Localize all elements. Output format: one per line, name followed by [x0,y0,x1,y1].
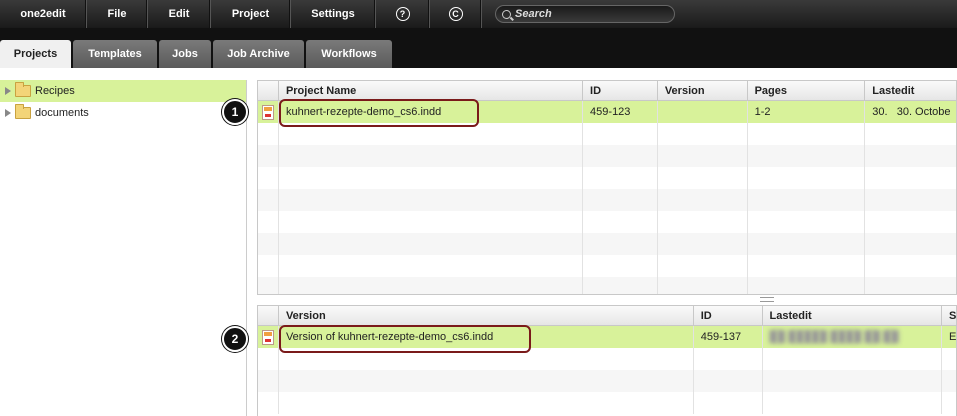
search-icon [502,9,511,19]
empty-row [258,392,956,414]
tree-item-label: Recipes [35,85,75,97]
version-lastedit-cell: ██ █████ ████ ██:██ [763,326,943,348]
search-input[interactable]: Search [495,5,675,23]
grid-header: Version ID Lastedit S [258,306,956,326]
menu-edit[interactable]: Edit [148,0,211,28]
empty-row [258,277,956,294]
expand-arrow-icon[interactable] [5,87,11,95]
tree-item-documents[interactable]: documents [0,102,246,124]
menu-one2edit[interactable]: one2edit [0,0,87,28]
tree-item-recipes[interactable]: Recipes [0,80,246,102]
expand-arrow-icon[interactable] [5,109,11,117]
empty-row [258,233,956,255]
column-header-pages[interactable]: Pages [748,81,866,100]
tab-templates[interactable]: Templates [73,40,157,68]
tab-projects[interactable]: Projects [0,40,71,68]
project-lastedit-cell: 30. 30. Octobe [872,106,951,118]
tab-jobs[interactable]: Jobs [159,40,211,68]
project-version-cell [658,101,748,123]
version-status-cell: El [949,331,956,343]
callout-number-2: 2 [222,326,248,352]
folder-icon [15,104,31,119]
column-header-lastedit[interactable]: Lastedit [763,306,943,325]
versions-grid: Version ID Lastedit S Version of kuhnert… [257,305,957,416]
grid-header: Project Name ID Version Pages Lastedit [258,81,956,101]
project-id-cell: 459-123 [583,101,658,123]
menu-file[interactable]: File [87,0,148,28]
tab-job-archive[interactable]: Job Archive [213,40,304,68]
empty-row [258,145,956,167]
column-header-status[interactable]: S [942,306,956,325]
menu-settings[interactable]: Settings [291,0,376,28]
column-header-id[interactable]: ID [583,81,658,100]
top-menu-bar: one2edit File Edit Project Settings ? C [0,0,957,28]
column-header-version[interactable]: Version [658,81,748,100]
column-header-lastedit[interactable]: Lastedit [865,81,956,100]
column-header-version[interactable]: Version [279,306,694,325]
copyright-circle-icon: C [448,7,463,21]
help-button[interactable]: ? [376,0,430,28]
tab-bar: Projects Templates Jobs Job Archive Work… [0,28,957,68]
icon-column-header [258,306,279,325]
menu-spacer [482,0,485,28]
empty-row [258,167,956,189]
empty-row [258,211,956,233]
indesign-document-icon [262,329,274,345]
column-header-id[interactable]: ID [694,306,763,325]
version-id-cell: 459-137 [694,326,763,348]
indesign-document-icon [262,104,274,120]
project-pages-cell: 1-2 [748,101,866,123]
row-icon-cell [258,101,279,123]
empty-row [258,189,956,211]
tab-workflows[interactable]: Workflows [306,40,392,68]
empty-row [258,370,956,392]
folder-tree: Recipes documents [0,80,247,416]
question-circle-icon: ? [395,7,410,21]
folder-icon [15,82,31,97]
empty-row [258,255,956,277]
search-placeholder: Search [515,8,552,20]
callout-highlight-version [279,325,531,353]
copyright-button[interactable]: C [430,0,482,28]
tree-item-label: documents [35,107,89,119]
row-icon-cell [258,326,279,348]
callout-number-1: 1 [222,99,248,125]
column-header-project-name[interactable]: Project Name [279,81,584,100]
callout-highlight-project [279,99,479,127]
panel-splitter-handle[interactable] [760,297,774,302]
icon-column-header [258,81,279,100]
menu-project[interactable]: Project [211,0,291,28]
